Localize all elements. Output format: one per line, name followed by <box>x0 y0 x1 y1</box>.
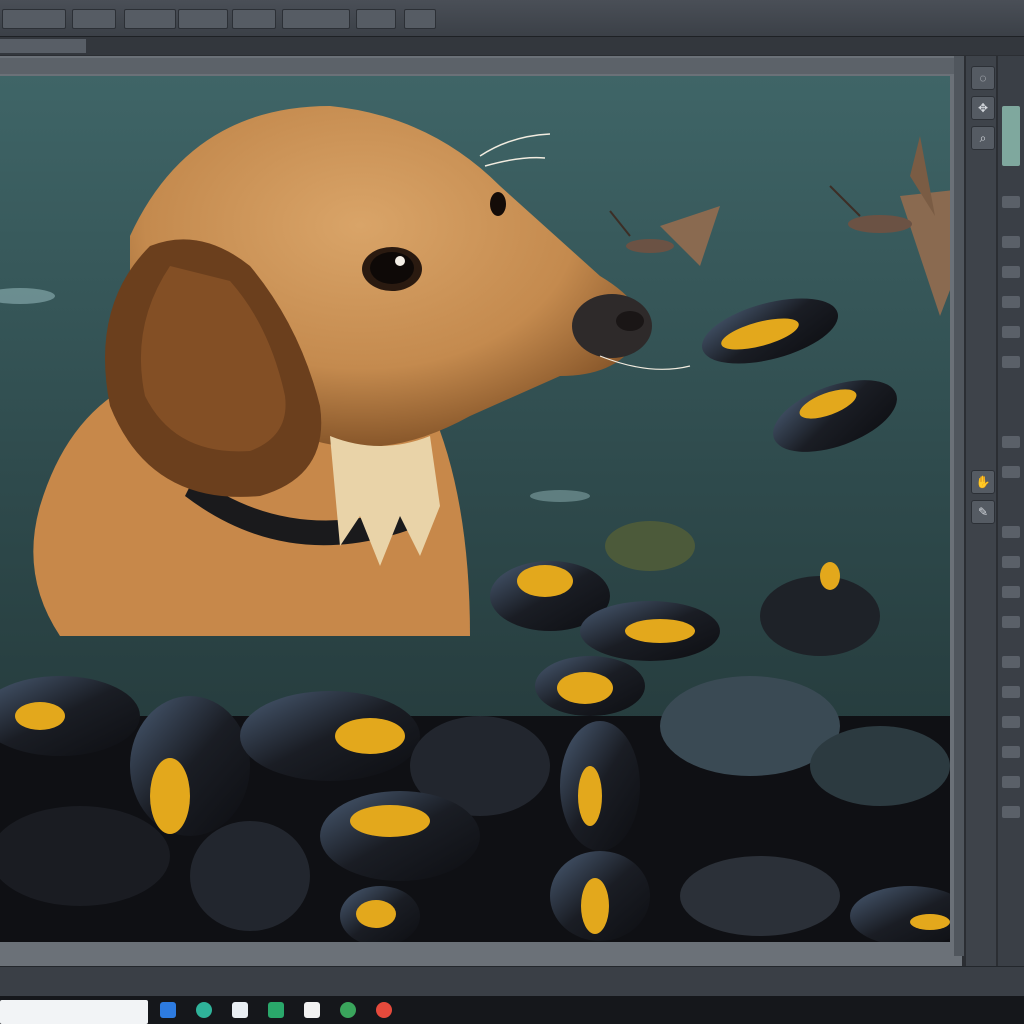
explorer-icon[interactable] <box>304 1002 320 1018</box>
panel-button[interactable] <box>1002 236 1020 248</box>
panel-button[interactable] <box>1002 526 1020 538</box>
layer-thumbnail[interactable] <box>1002 106 1020 166</box>
store-icon[interactable] <box>232 1002 248 1018</box>
zoom-tool-icon[interactable]: ⌕ <box>971 126 995 150</box>
panel-button[interactable] <box>1002 296 1020 308</box>
panel-button[interactable] <box>1002 356 1020 368</box>
move-tool-icon[interactable]: ✥ <box>971 96 995 120</box>
os-taskbar <box>0 996 1024 1024</box>
menu-item-view[interactable] <box>356 9 396 29</box>
panel-button[interactable] <box>1002 436 1020 448</box>
document-tab[interactable] <box>0 39 86 53</box>
lasso-tool-icon[interactable]: ◌ <box>971 66 995 90</box>
image-canvas[interactable] <box>0 76 950 942</box>
edge-icon[interactable] <box>196 1002 212 1018</box>
menu-item-edit[interactable] <box>72 9 116 29</box>
panel-button[interactable] <box>1002 326 1020 338</box>
tools-panel: ◌ ✥ ⌕ ✋ ✎ <box>966 56 996 966</box>
artwork-image <box>0 76 950 942</box>
taskbar-search-box[interactable] <box>0 1000 148 1024</box>
app-menubar <box>0 0 1024 37</box>
menu-item-window[interactable] <box>404 9 436 29</box>
vertical-scrollbar[interactable] <box>954 56 964 956</box>
panel-button[interactable] <box>1002 616 1020 628</box>
properties-strip <box>998 56 1024 966</box>
hand-tool-icon[interactable]: ✋ <box>971 470 995 494</box>
menu-item-select[interactable] <box>232 9 276 29</box>
status-bar <box>0 966 1024 997</box>
chrome-icon[interactable] <box>340 1002 356 1018</box>
ruler <box>0 58 958 74</box>
app-icon[interactable] <box>376 1002 392 1018</box>
document-tabbar <box>0 37 1024 55</box>
brush-tool-icon[interactable]: ✎ <box>971 500 995 524</box>
panel-button[interactable] <box>1002 806 1020 818</box>
photos-icon[interactable] <box>268 1002 284 1018</box>
menu-item-layer[interactable] <box>178 9 228 29</box>
menu-item-file[interactable] <box>2 9 66 29</box>
panel-button[interactable] <box>1002 686 1020 698</box>
panel-button[interactable] <box>1002 746 1020 758</box>
menu-item-image[interactable] <box>124 9 176 29</box>
panel-button[interactable] <box>1002 196 1020 208</box>
panel-button[interactable] <box>1002 556 1020 568</box>
panel-button[interactable] <box>1002 656 1020 668</box>
panel-button[interactable] <box>1002 466 1020 478</box>
mail-icon[interactable] <box>160 1002 176 1018</box>
panel-button[interactable] <box>1002 716 1020 728</box>
panel-button[interactable] <box>1002 266 1020 278</box>
menu-item-filter[interactable] <box>282 9 350 29</box>
panel-button[interactable] <box>1002 586 1020 598</box>
panel-button[interactable] <box>1002 776 1020 788</box>
